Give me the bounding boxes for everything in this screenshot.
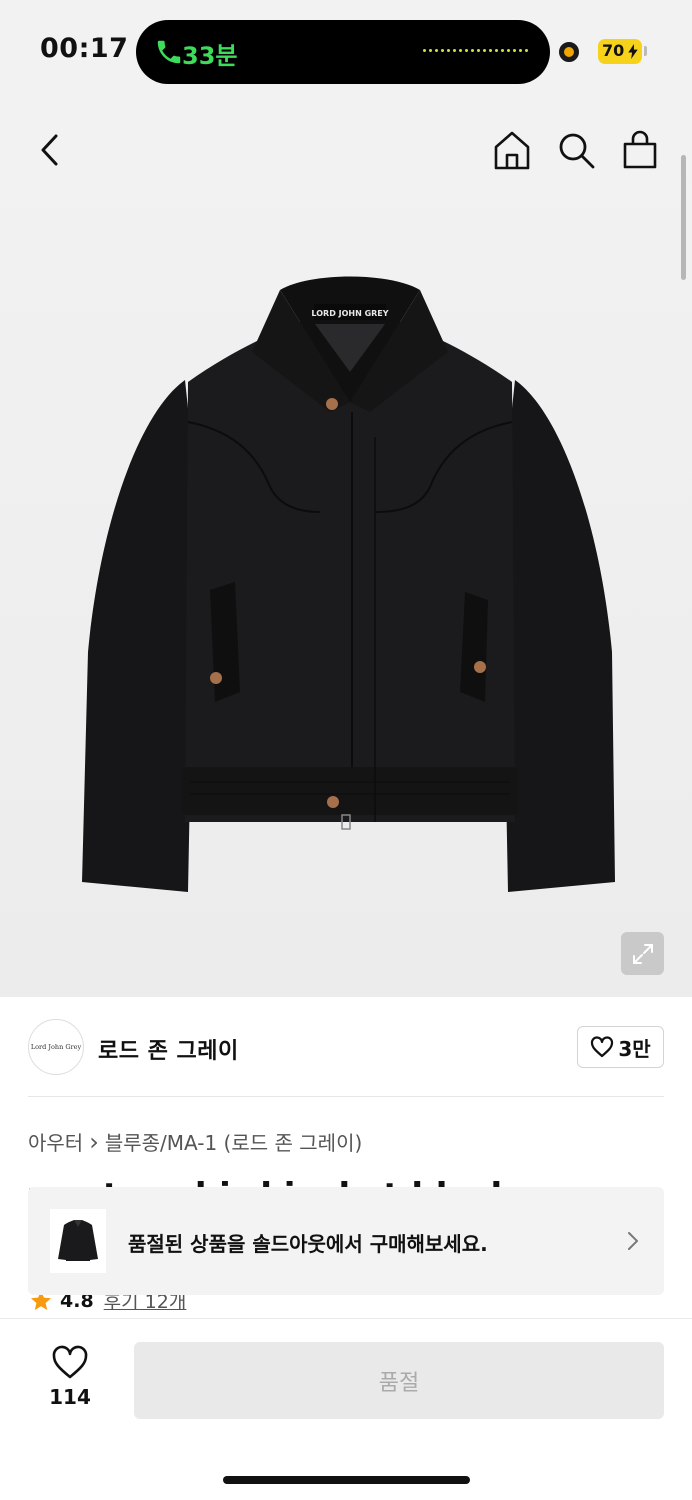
- home-indicator[interactable]: [223, 1476, 470, 1484]
- wishlist-heart-icon[interactable]: [51, 1344, 89, 1380]
- privacy-indicator-dot: [559, 42, 579, 62]
- brand-like-count: 3만: [618, 1036, 651, 1061]
- brand-logo-text: Lord John Grey: [30, 1043, 82, 1051]
- shopping-bag-icon: [623, 130, 657, 169]
- chevron-right-icon: ›: [89, 1127, 99, 1156]
- soldout-banner-text: 품절된 상품을 솔드아웃에서 구매해보세요.: [128, 1232, 488, 1256]
- status-bar: 00:17 33분 70: [0, 0, 692, 100]
- battery-icon: 70: [598, 39, 642, 64]
- search-button[interactable]: [554, 128, 598, 172]
- brand-name[interactable]: 로드 존 그레이: [98, 1033, 239, 1065]
- home-icon: [494, 131, 530, 170]
- soldout-buy-button[interactable]: 품절: [134, 1342, 664, 1419]
- soldout-banner[interactable]: 품절된 상품을 솔드아웃에서 구매해보세요.: [28, 1187, 664, 1295]
- status-time: 00:17: [40, 33, 129, 64]
- chevron-right-icon: [628, 1232, 638, 1250]
- breadcrumb: 아우터 › 블루종/MA-1 (로드 존 그레이): [28, 1127, 362, 1156]
- expand-image-button[interactable]: [621, 932, 664, 975]
- divider: [28, 1096, 664, 1097]
- jacket-brand-label: LORD JOHN GREY: [311, 309, 388, 318]
- breadcrumb-category[interactable]: 아우터: [28, 1127, 83, 1156]
- home-button[interactable]: [490, 128, 534, 172]
- chevron-left-icon: [41, 134, 58, 166]
- search-icon: [559, 133, 595, 169]
- phone-icon: [157, 40, 181, 64]
- charging-bolt-icon: [628, 44, 638, 59]
- breadcrumb-subcategory[interactable]: 블루종/MA-1 (로드 존 그레이): [105, 1127, 362, 1156]
- battery-cap: [644, 46, 647, 56]
- wishlist-count: 114: [49, 1385, 91, 1409]
- audio-wave-icon: [423, 49, 528, 52]
- back-button[interactable]: [30, 128, 70, 172]
- expand-icon: [632, 943, 653, 964]
- scrollbar[interactable]: [681, 155, 686, 280]
- battery-level: 70: [602, 41, 625, 60]
- call-duration: 33분: [182, 42, 238, 70]
- banner-product-thumbnail: [50, 1209, 106, 1273]
- brand-like-button[interactable]: 3만: [577, 1026, 664, 1068]
- cart-button[interactable]: [618, 128, 662, 172]
- dynamic-island-call[interactable]: 33분: [136, 20, 550, 84]
- brand-logo[interactable]: Lord John Grey: [28, 1019, 84, 1075]
- product-image: LORD JOHN GREY: [82, 276, 615, 892]
- heart-icon: [591, 1036, 614, 1058]
